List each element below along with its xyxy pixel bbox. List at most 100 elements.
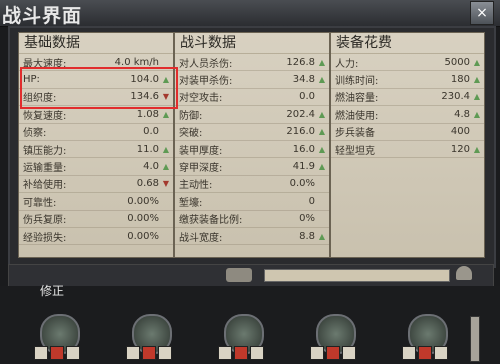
stat-label: 补给使用: [23, 180, 67, 192]
cost-row-1: 人力: 5000 ▲ [331, 54, 484, 72]
combat-row-5: 突破: 216.0 ▲ [175, 124, 329, 141]
combat-row-6: 装甲厚度: 16.0 ▲ [175, 141, 329, 159]
combat-row-8: 主动性: 0.0% [175, 176, 329, 194]
progress-slider[interactable] [264, 269, 450, 282]
stat-value: 34.8 [292, 74, 315, 86]
terrain-icon [310, 346, 324, 360]
combat-row-9: 堑壕: 0 [175, 193, 329, 211]
stat-label: 突破: [179, 128, 203, 140]
basic-data-panel: 基础数据 最大速度: 4.0 km/h HP: 104.0 ▲ 组织度: 134.6 ▼ 恢复速… [18, 32, 174, 258]
stat-value: 0.68 [136, 178, 159, 190]
badge-group-1 [34, 346, 80, 362]
stat-label: 对装甲杀伤: [179, 76, 233, 88]
triangle-up-icon: ▲ [473, 75, 481, 85]
stat-value: 230.4 [441, 91, 470, 103]
stat-value: 0.0 [299, 91, 315, 103]
terrain-icon [126, 346, 140, 360]
equipment-cost-panel: 装备花费 人力: 5000 ▲ 训练时间: 180 ▲ 燃油容量: 230.4 ▲ 燃油使用: 4.… [330, 32, 485, 258]
shield-icon [66, 346, 80, 360]
triangle-up-icon: ▲ [318, 231, 326, 241]
stat-value: 4.0 [143, 161, 159, 173]
badge-group-2 [126, 346, 172, 362]
stat-label: 燃油使用: [335, 110, 379, 122]
stat-label: 可靠性: [23, 197, 57, 209]
triangle-up-icon: ▲ [473, 144, 481, 154]
combat-row-3: 对空攻击: 0.0 [175, 89, 329, 107]
stat-value: 126.8 [286, 56, 315, 68]
stat-label: 伤兵复原: [23, 215, 67, 227]
cost-row-4: 燃油使用: 4.8 ▲ [331, 106, 484, 124]
combat-row-1: 对人员杀伤: 126.8 ▲ [175, 54, 329, 72]
stat-label: 侦察: [23, 128, 47, 140]
stat-label: 装甲厚度: [179, 145, 223, 157]
basic-row-5: 侦察: 0.0 [19, 124, 173, 141]
triangle-up-icon: ▲ [318, 75, 326, 85]
stat-label: 缴获装备比例: [179, 215, 243, 227]
shield-icon [342, 346, 356, 360]
window-title: 战斗界面 [2, 5, 83, 27]
stat-value: 0.00% [127, 213, 159, 225]
combat-row-2: 对装甲杀伤: 34.8 ▲ [175, 71, 329, 89]
triangle-up-icon: ▲ [318, 144, 326, 154]
stat-value: 16.0 [292, 143, 315, 155]
badge-group-4 [310, 346, 356, 362]
basic-data-title: 基础数据 [19, 33, 173, 54]
basic-row-8: 补给使用: 0.68 ▼ [19, 176, 173, 194]
triangle-up-icon: ▲ [473, 57, 481, 67]
shield-icon [434, 346, 448, 360]
close-button[interactable]: × [470, 1, 494, 25]
helmet-icon [456, 266, 472, 280]
stat-value: 0 [308, 195, 315, 207]
triangle-down-icon: ▼ [162, 179, 170, 189]
basic-row-9: 可靠性: 0.00% [19, 193, 173, 211]
stat-label: 主动性: [179, 180, 213, 192]
stat-value: 11.0 [136, 143, 159, 155]
cost-row-3: 燃油容量: 230.4 ▲ [331, 89, 484, 107]
triangle-up-icon: ▲ [473, 92, 481, 102]
attack-icon [234, 346, 248, 360]
terrain-icon [218, 346, 232, 360]
stat-label: 堑壕: [179, 197, 203, 209]
basic-row-6: 镇压能力: 11.0 ▲ [19, 141, 173, 159]
tank-icon [226, 268, 252, 282]
stat-label: 运输重量: [23, 163, 67, 175]
triangle-up-icon: ▲ [162, 109, 170, 119]
stat-label: 对空攻击: [179, 93, 223, 105]
combat-row-4: 防御: 202.4 ▲ [175, 106, 329, 124]
stat-value: 180 [450, 74, 470, 86]
basic-row-7: 运输重量: 4.0 ▲ [19, 158, 173, 176]
stat-label: 穿甲深度: [179, 163, 223, 175]
attack-icon [326, 346, 340, 360]
equipment-cost-title: 装备花费 [331, 33, 484, 54]
cost-row-2: 训练时间: 180 ▲ [331, 71, 484, 89]
stat-label: 镇压能力: [23, 145, 67, 157]
stat-label: 训练时间: [335, 76, 379, 88]
triangle-up-icon: ▲ [162, 144, 170, 154]
stat-label: 人力: [335, 58, 359, 70]
combat-data-panel: 战斗数据 对人员杀伤: 126.8 ▲ 对装甲杀伤: 34.8 ▲ 对空攻击: 0.0 防御: 2… [174, 32, 330, 258]
stat-label: 防御: [179, 110, 203, 122]
triangle-up-icon: ▲ [318, 57, 326, 67]
stat-value: 400 [450, 126, 470, 138]
stat-value: 41.9 [292, 161, 315, 173]
stat-value: 0% [299, 213, 315, 225]
combat-row-10: 缴获装备比例: 0% [175, 211, 329, 228]
terrain-icon [402, 346, 416, 360]
stat-label: 恢复速度: [23, 110, 67, 122]
stat-value: 0.0 [143, 126, 159, 138]
stat-value: 0.00% [127, 230, 159, 242]
combat-row-11: 战斗宽度: 8.8 ▲ [175, 228, 329, 246]
scrollbar[interactable] [470, 316, 480, 362]
triangle-up-icon: ▲ [318, 127, 326, 137]
stat-value: 8.8 [299, 230, 315, 242]
stat-value: 216.0 [286, 126, 315, 138]
stat-value: 0.0% [289, 178, 315, 190]
combat-row-7: 穿甲深度: 41.9 ▲ [175, 158, 329, 176]
attack-icon [418, 346, 432, 360]
badge-group-3 [218, 346, 264, 362]
stat-label: 燃油容量: [335, 93, 379, 105]
stat-value: 0.00% [127, 195, 159, 207]
triangle-up-icon: ▲ [162, 162, 170, 172]
combat-data-title: 战斗数据 [175, 33, 329, 54]
stat-value: 5000 [444, 56, 470, 68]
